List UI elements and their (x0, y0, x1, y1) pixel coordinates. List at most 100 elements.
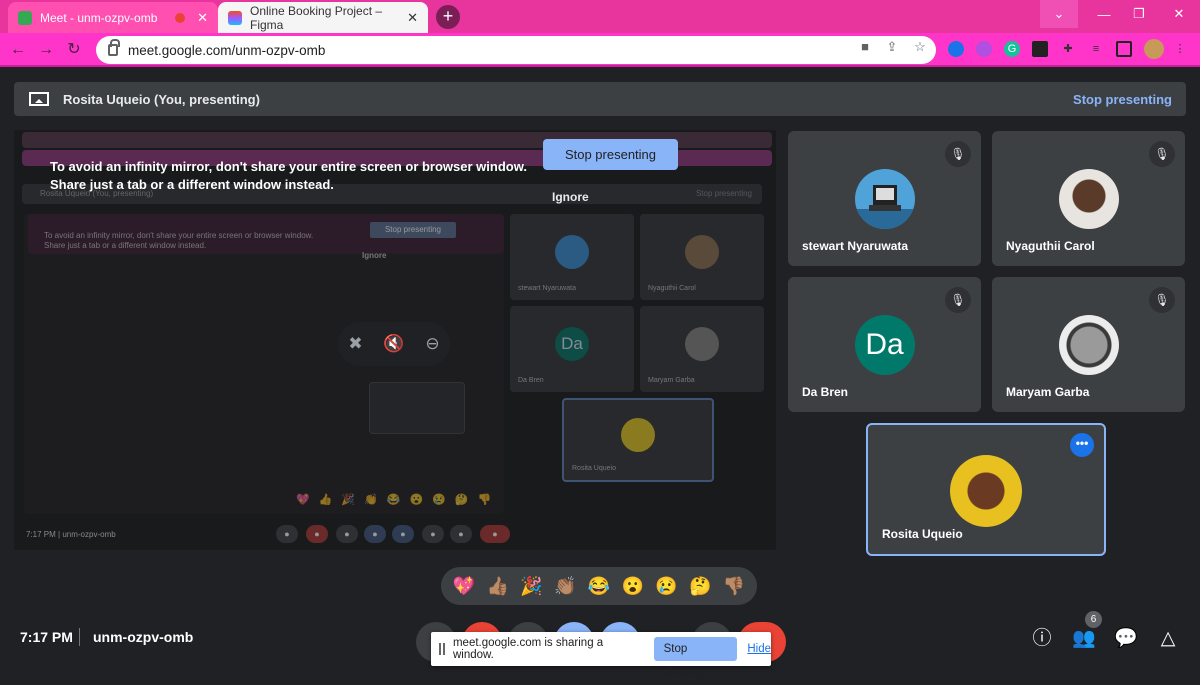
reaction-laugh[interactable]: 😂 (588, 576, 610, 597)
browser-toolbar: ← → ↻ meet.google.com/unm-ozpv-omb ■ ⇪ ☆… (0, 33, 1200, 67)
ignore-button[interactable]: Ignore (552, 190, 589, 204)
back-icon[interactable]: ← (8, 40, 28, 60)
people-icon[interactable]: 👥 (1071, 626, 1097, 652)
sharing-notification: meet.google.com is sharing a window. Sto… (431, 632, 771, 679)
reaction-heart[interactable]: 💖 (453, 576, 475, 597)
stop-presenting-link[interactable]: Stop presenting (1073, 92, 1172, 107)
reaction-thumbs-down[interactable]: 👎🏽 (723, 576, 745, 597)
url-text: meet.google.com/unm-ozpv-omb (128, 42, 326, 58)
participant-name: stewart Nyaruwata (802, 239, 909, 253)
mic-off-icon: 🎙 (945, 141, 971, 167)
chat-icon[interactable]: 💬 (1113, 626, 1139, 652)
more-options-icon[interactable]: ••• (1070, 433, 1094, 457)
activities-icon[interactable]: △ (1155, 626, 1181, 652)
reactions-bar: 💖 👍🏽 🎉 👏🏽 😂 😮 😢 🤔 👎🏽 (441, 567, 757, 605)
extension-icon[interactable] (948, 41, 964, 57)
grammarly-icon[interactable]: G (1004, 41, 1020, 57)
mirror-avatar (621, 418, 655, 452)
close-tab-icon[interactable]: ✕ (197, 10, 208, 26)
address-bar[interactable]: meet.google.com/unm-ozpv-omb (96, 36, 936, 64)
extension-icon[interactable] (1032, 41, 1048, 57)
mirror-tile-name: Da Bren (518, 377, 544, 384)
mirror-tile: stewart Nyaruwata (510, 214, 634, 300)
warning-line-2: Share just a tab or a different window i… (50, 177, 334, 192)
mirror-tile: Da Da Bren (510, 306, 634, 392)
minimize-icon[interactable]: — (1085, 0, 1123, 28)
hide-link[interactable]: Hide (747, 643, 771, 655)
tab-title: Meet - unm-ozpv-omb (40, 10, 158, 25)
mic-off-icon: 🎙 (1149, 287, 1175, 313)
mirror-tile-name: Maryam Garba (648, 377, 695, 384)
participant-name: Nyaguthii Carol (1006, 239, 1095, 253)
avatar (1058, 169, 1119, 229)
tab-strip: Meet - unm-ozpv-omb ✕ Online Booking Pro… (0, 0, 1200, 33)
participant-tile[interactable]: 🎙 Nyaguthii Carol (992, 131, 1185, 266)
mirror-tile: Maryam Garba (640, 306, 764, 392)
mirror-inner-warning-line1: To avoid an infinity mirror, don't share… (44, 231, 314, 240)
meeting-clock: 7:17 PM (20, 629, 73, 645)
tab-meet[interactable]: Meet - unm-ozpv-omb ✕ (8, 2, 218, 33)
participant-tile[interactable]: 🎙 Da Da Bren (788, 277, 981, 412)
reaction-thumbs-up[interactable]: 👍🏽 (486, 576, 508, 597)
tab-figma[interactable]: Online Booking Project – Figma ✕ (218, 2, 428, 33)
restore-icon[interactable]: ❐ (1120, 0, 1158, 28)
present-screen-icon (29, 92, 49, 106)
extension-icon[interactable] (976, 41, 992, 57)
mirror-inner-stop-button: Stop presenting (370, 222, 456, 238)
stop-sharing-button[interactable]: Stop sharing (653, 637, 738, 679)
meeting-details-icon[interactable]: ⓘ (1029, 626, 1055, 652)
reaction-clap[interactable]: 👏🏽 (554, 576, 576, 597)
avatar (854, 169, 915, 229)
mirror-tile-active: Rosita Uqueio (562, 398, 714, 482)
drag-handle-icon[interactable] (439, 643, 445, 655)
mirror-avatar-initials: Da (555, 327, 589, 361)
menu-icon[interactable]: ⋮ (1172, 41, 1188, 57)
mirror-meeting-code: unm-ozpv-omb (62, 530, 116, 539)
reaction-party[interactable]: 🎉 (520, 576, 542, 597)
share-icon[interactable]: ⇪ (884, 39, 900, 55)
mirror-tile-name: stewart Nyaruwata (518, 285, 576, 292)
participant-name: Rosita Uqueio (882, 527, 963, 541)
camera-icon[interactable]: ■ (857, 39, 873, 55)
participant-name: Da Bren (802, 385, 849, 399)
participant-tile-self[interactable]: ••• Rosita Uqueio (866, 423, 1106, 556)
media-icon[interactable]: ≡ (1088, 41, 1104, 57)
infinity-mirror-warning: To avoid an infinity mirror, don't share… (50, 158, 527, 194)
mirror-hand-icon: ● (422, 525, 444, 543)
mirror-clock-time: 7:17 PM (26, 530, 56, 539)
warning-line-1: To avoid an infinity mirror, don't share… (50, 159, 527, 174)
mic-off-icon: 🎙 (1149, 141, 1175, 167)
close-tab-icon[interactable]: ✕ (407, 10, 418, 26)
tab-title: Online Booking Project – Figma (250, 3, 383, 32)
mirror-inner-warning-box: To avoid an infinity mirror, don't share… (28, 214, 504, 254)
mirror-mic-icon: ● (276, 525, 298, 543)
mirror-controls: ✖ 🔇 ⊖ (338, 322, 450, 366)
reaction-surprised[interactable]: 😮 (622, 576, 644, 597)
mirror-tile-name: Nyaguthii Carol (648, 285, 696, 292)
bookmark-star-icon[interactable]: ☆ (912, 39, 928, 55)
side-panel-icon[interactable] (1116, 41, 1132, 57)
sharing-text: meet.google.com is sharing a window. (452, 637, 604, 661)
stop-presenting-button[interactable]: Stop presenting (543, 139, 678, 170)
recording-dot-icon (175, 12, 186, 23)
meet-favicon-icon (18, 10, 32, 25)
mic-off-icon: 🎙 (945, 287, 971, 313)
participant-tile[interactable]: 🎙 Maryam Garba (992, 277, 1185, 412)
mirror-clock: 7:17 PM | unm-ozpv-omb (26, 530, 116, 539)
tab-search-icon[interactable]: ⌄ (1040, 0, 1078, 28)
puzzle-icon[interactable]: ✚ (1060, 41, 1076, 57)
pin-off-icon: ✖ (348, 334, 363, 353)
new-tab-button[interactable]: + (436, 5, 460, 29)
forward-icon[interactable]: → (36, 40, 56, 60)
pixel-computer-icon (854, 185, 915, 229)
close-window-icon[interactable]: ✕ (1160, 0, 1198, 28)
mirror-inner-ignore: Ignore (362, 251, 387, 260)
profile-avatar[interactable] (1144, 39, 1164, 59)
mirror-avatar (555, 235, 589, 269)
reaction-thinking[interactable]: 🤔 (689, 576, 711, 597)
participant-tile[interactable]: 🎙 stewart Nyaruwata (788, 131, 981, 266)
mirror-emoji-icon: ● (364, 525, 386, 543)
reaction-sad[interactable]: 😢 (655, 576, 677, 597)
presenting-banner: Rosita Uqueio (You, presenting) Stop pre… (14, 82, 1186, 116)
reload-icon[interactable]: ↻ (64, 40, 84, 60)
